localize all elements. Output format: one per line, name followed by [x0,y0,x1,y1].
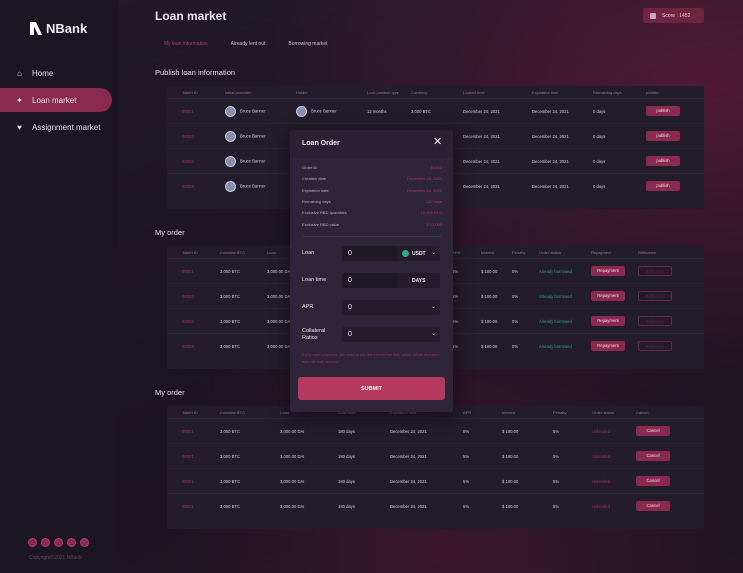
collateral-select[interactable]: 0 ⌄ [342,327,440,342]
apr-label: APR [302,304,314,310]
apr-field-row: APR 0 ⌄ [302,300,442,315]
loan-label: Loan [302,250,315,256]
submit-button[interactable]: SUBMIT [298,377,445,400]
chevron-down-icon[interactable]: ⌄ [431,303,436,310]
modal-title: Loan Order [302,140,340,147]
collateral-label: Collateral Ratios [302,327,326,341]
info-row: Creation date December 24, 2021 [302,176,442,182]
apr-select[interactable]: 0 ⌄ [342,300,440,315]
info-row: Expiration date December 24, 2021 [302,187,442,193]
order-info-list: Order ID 00401 Creation date December 24… [302,162,442,230]
info-row: Exclusive RBD quantities 10,000 BTC [302,210,442,216]
loan-input[interactable]: 0 USDT ⌄ [342,246,440,261]
loan-time-input[interactable]: 0 DAYS [342,273,440,288]
chevron-down-icon[interactable]: ⌄ [431,330,436,337]
usdt-icon [402,250,409,257]
loan-time-field-row: Loan time 0 DAYS [302,273,442,288]
loan-order-modal: Loan Order ✕ Order ID 00401 Creation dat… [290,130,453,412]
close-icon[interactable]: ✕ [433,137,442,148]
borrow-note: If you want to borrow, you need to pay t… [302,353,440,364]
token-select[interactable]: USDT [412,251,426,257]
modal-divider [302,236,442,237]
loan-time-label: Loan time [302,277,327,283]
chevron-down-icon[interactable]: ⌄ [431,249,436,256]
loan-field-row: Loan 0 USDT ⌄ [302,246,442,261]
days-unit: DAYS [412,277,426,284]
info-row: Order ID 00401 [302,165,442,171]
collateral-field-row: Collateral Ratios 0 ⌄ [302,327,442,342]
modal-overlay: Loan Order ✕ Order ID 00401 Creation dat… [0,0,743,573]
info-row: Remaining days 120 days [302,199,442,205]
modal-header: Loan Order ✕ [290,130,453,158]
info-row: Exclusive RBD value $ 13,000 [302,221,442,227]
